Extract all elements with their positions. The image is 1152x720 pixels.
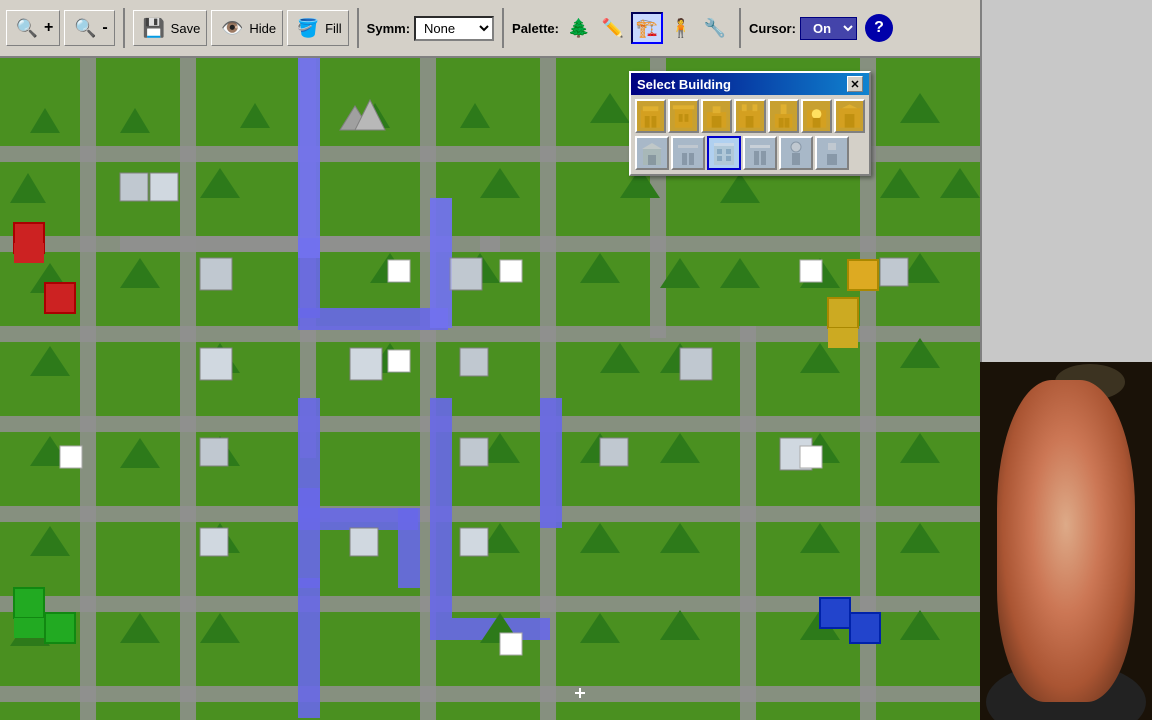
palette-pencil-icon[interactable]: ✏️ — [597, 12, 629, 44]
building-row-2 — [635, 136, 865, 170]
palette-label: Palette: — [512, 21, 559, 36]
building-cell-13[interactable] — [815, 136, 849, 170]
dialog-close-button[interactable]: ✕ — [847, 76, 863, 92]
zoom-out-button[interactable]: 🔍 - — [64, 10, 114, 46]
building-cell-2[interactable] — [668, 99, 699, 133]
building-cell-11[interactable] — [743, 136, 777, 170]
save-icon: 💾 — [140, 14, 168, 42]
building-cell-9[interactable] — [671, 136, 705, 170]
fill-button[interactable]: 🪣 Fill — [287, 10, 349, 46]
save-button[interactable]: 💾 Save — [133, 10, 208, 46]
fill-icon: 🪣 — [294, 14, 322, 42]
divider-4 — [739, 8, 741, 48]
divider-3 — [502, 8, 504, 48]
webcam — [980, 362, 1152, 720]
building-row-1 — [635, 99, 865, 133]
palette-icons: 🌲 ✏️ 🏗️ 🧍 🔧 — [563, 12, 731, 44]
palette-building-icon[interactable]: 🏗️ — [631, 12, 663, 44]
zoom-out-icon: 🔍 — [71, 14, 99, 42]
zoom-in-icon: 🔍 — [13, 14, 41, 42]
divider-1 — [123, 8, 125, 48]
hide-icon: 👁️ — [218, 14, 246, 42]
building-cell-6[interactable] — [801, 99, 832, 133]
symm-label: Symm: — [367, 21, 410, 36]
close-icon: ✕ — [850, 78, 859, 91]
map-area[interactable]: Select Building ✕ — [0, 58, 980, 720]
save-label: Save — [171, 21, 201, 36]
symm-select[interactable]: None Horizontal Vertical Both — [414, 16, 494, 41]
palette-terrain-icon[interactable]: 🌲 — [563, 12, 595, 44]
select-building-dialog: Select Building ✕ — [629, 71, 871, 176]
hide-button[interactable]: 👁️ Hide — [211, 10, 283, 46]
webcam-face — [980, 362, 1152, 720]
help-button[interactable]: ? — [865, 14, 893, 42]
building-cell-7[interactable] — [834, 99, 865, 133]
dialog-title: Select Building — [637, 77, 731, 92]
dialog-content — [631, 95, 869, 174]
fill-label: Fill — [325, 21, 342, 36]
building-cell-10[interactable] — [707, 136, 741, 170]
cursor-select[interactable]: On Off — [800, 17, 857, 40]
building-cell-1[interactable] — [635, 99, 666, 133]
hide-label: Hide — [249, 21, 276, 36]
palette-tool-icon[interactable]: 🔧 — [699, 12, 731, 44]
building-cell-3[interactable] — [701, 99, 732, 133]
help-label: ? — [874, 19, 884, 37]
toolbar: 🔍 + 🔍 - 💾 Save 👁️ Hide 🪣 Fil — [0, 0, 980, 58]
cursor-label: Cursor: — [749, 21, 796, 36]
dialog-titlebar: Select Building ✕ — [631, 73, 869, 95]
building-cell-12[interactable] — [779, 136, 813, 170]
building-cell-8[interactable] — [635, 136, 669, 170]
palette-unit-icon[interactable]: 🧍 — [665, 12, 697, 44]
building-cell-5[interactable] — [768, 99, 799, 133]
zoom-in-button[interactable]: 🔍 + — [6, 10, 60, 46]
right-panel — [980, 0, 1152, 720]
divider-2 — [357, 8, 359, 48]
building-cell-4[interactable] — [734, 99, 765, 133]
